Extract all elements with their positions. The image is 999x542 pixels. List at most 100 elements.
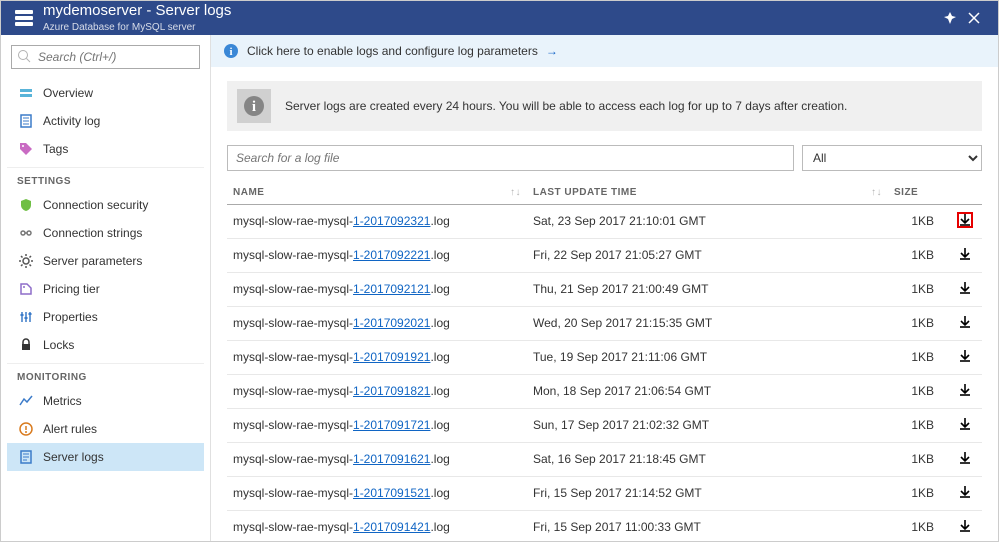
sidebar-item-properties[interactable]: Properties <box>7 303 204 331</box>
download-button[interactable] <box>957 484 973 500</box>
log-updated-cell: Mon, 18 Sep 2017 21:06:54 GMT <box>527 374 888 408</box>
sidebar-item-metrics[interactable]: Metrics <box>7 387 204 415</box>
download-button[interactable] <box>957 280 973 296</box>
sidebar-item-label: Connection strings <box>43 226 142 240</box>
download-button[interactable] <box>957 382 973 398</box>
log-link[interactable]: 1-2017091521 <box>353 486 430 500</box>
download-icon <box>957 382 973 398</box>
arrow-right-icon: → <box>546 44 558 58</box>
log-link[interactable]: 1-2017092121 <box>353 282 430 296</box>
sidebar-item-label: Tags <box>43 142 68 156</box>
log-name-cell: mysql-slow-rae-mysql-1-2017091821.log <box>227 374 527 408</box>
close-button[interactable] <box>962 12 986 24</box>
download-button[interactable] <box>957 348 973 364</box>
sidebar-search-input[interactable] <box>11 45 200 69</box>
sidebar-item-label: Properties <box>43 310 98 324</box>
info-banner: i Server logs are created every 24 hours… <box>227 81 982 131</box>
enable-logs-notice[interactable]: i Click here to enable logs and configur… <box>211 35 998 67</box>
log-name-cell: mysql-slow-rae-mysql-1-2017091421.log <box>227 510 527 541</box>
pin-button[interactable] <box>938 12 962 24</box>
download-icon <box>957 246 973 262</box>
col-size[interactable]: SIZE <box>888 181 948 205</box>
filter-row: All <box>227 145 982 171</box>
log-table: NAME↑↓ LAST UPDATE TIME↑↓ SIZE mysql-slo… <box>227 181 982 541</box>
log-size-cell: 1KB <box>888 374 948 408</box>
log-search-input[interactable] <box>227 145 794 171</box>
log-filter-dropdown[interactable]: All <box>802 145 982 171</box>
alert-icon <box>17 420 35 438</box>
log-link[interactable]: 1-2017091421 <box>353 520 430 534</box>
log-link[interactable]: 1-2017091621 <box>353 452 430 466</box>
download-icon <box>957 484 973 500</box>
blade-header: mydemoserver - Server logs Azure Databas… <box>1 1 998 35</box>
overview-icon <box>17 84 35 102</box>
sidebar-item-label: Metrics <box>43 394 82 408</box>
sidebar-item-server-parameters[interactable]: Server parameters <box>7 247 204 275</box>
activitylog-icon <box>17 112 35 130</box>
sidebar-item-overview[interactable]: Overview <box>7 79 204 107</box>
col-last-update[interactable]: LAST UPDATE TIME↑↓ <box>527 181 888 205</box>
notice-text: Click here to enable logs and configure … <box>247 44 538 58</box>
log-link[interactable]: 1-2017092321 <box>353 214 430 228</box>
pricing-icon <box>17 280 35 298</box>
table-row: mysql-slow-rae-mysql-1-2017091921.logTue… <box>227 340 982 374</box>
log-updated-cell: Sat, 16 Sep 2017 21:18:45 GMT <box>527 442 888 476</box>
log-link[interactable]: 1-2017091721 <box>353 418 430 432</box>
sidebar-search[interactable] <box>11 45 200 69</box>
table-row: mysql-slow-rae-mysql-1-2017092121.logThu… <box>227 272 982 306</box>
log-link[interactable]: 1-2017091921 <box>353 350 430 364</box>
svg-text:i: i <box>252 99 256 115</box>
sidebar: Overview Activity log Tags SETTINGS Connect… <box>1 35 211 541</box>
log-updated-cell: Thu, 21 Sep 2017 21:00:49 GMT <box>527 272 888 306</box>
sidebar-item-server-logs[interactable]: Server logs <box>7 443 204 471</box>
log-updated-cell: Sun, 17 Sep 2017 21:02:32 GMT <box>527 408 888 442</box>
sort-icon: ↑↓ <box>510 187 521 198</box>
nav-group-title: SETTINGS <box>7 167 204 191</box>
download-icon <box>957 450 973 466</box>
log-link[interactable]: 1-2017091821 <box>353 384 430 398</box>
download-button[interactable] <box>957 416 973 432</box>
table-row: mysql-slow-rae-mysql-1-2017091821.logMon… <box>227 374 982 408</box>
sidebar-item-activity-log[interactable]: Activity log <box>7 107 204 135</box>
log-name-cell: mysql-slow-rae-mysql-1-2017092021.log <box>227 306 527 340</box>
sidebar-item-label: Activity log <box>43 114 100 128</box>
logs-icon <box>17 448 35 466</box>
log-size-cell: 1KB <box>888 272 948 306</box>
log-updated-cell: Wed, 20 Sep 2017 21:15:35 GMT <box>527 306 888 340</box>
blade-subtitle: Azure Database for MySQL server <box>43 22 231 33</box>
log-size-cell: 1KB <box>888 340 948 374</box>
sort-icon: ↑↓ <box>871 187 882 198</box>
download-icon <box>957 314 973 330</box>
download-button[interactable] <box>957 314 973 330</box>
tags-icon <box>17 140 35 158</box>
sidebar-item-label: Server parameters <box>43 254 142 268</box>
table-row: mysql-slow-rae-mysql-1-2017091621.logSat… <box>227 442 982 476</box>
sidebar-item-label: Connection security <box>43 198 148 212</box>
log-name-cell: mysql-slow-rae-mysql-1-2017091621.log <box>227 442 527 476</box>
shield-icon <box>17 196 35 214</box>
download-button[interactable] <box>957 518 973 534</box>
log-size-cell: 1KB <box>888 238 948 272</box>
table-row: mysql-slow-rae-mysql-1-2017092221.logFri… <box>227 238 982 272</box>
table-row: mysql-slow-rae-mysql-1-2017092021.logWed… <box>227 306 982 340</box>
sidebar-item-locks[interactable]: Locks <box>7 331 204 359</box>
log-link[interactable]: 1-2017092221 <box>353 248 430 262</box>
sidebar-item-connection-strings[interactable]: Connection strings <box>7 219 204 247</box>
download-button[interactable] <box>957 450 973 466</box>
sidebar-item-connection-security[interactable]: Connection security <box>7 191 204 219</box>
download-button[interactable] <box>957 246 973 262</box>
sidebar-item-pricing-tier[interactable]: Pricing tier <box>7 275 204 303</box>
log-name-cell: mysql-slow-rae-mysql-1-2017091721.log <box>227 408 527 442</box>
gear-icon <box>17 252 35 270</box>
sidebar-item-label: Alert rules <box>43 422 97 436</box>
log-size-cell: 1KB <box>888 510 948 541</box>
sidebar-item-label: Locks <box>43 338 74 352</box>
col-name[interactable]: NAME↑↓ <box>227 181 527 205</box>
info-banner-text: Server logs are created every 24 hours. … <box>285 99 847 113</box>
info-icon: i <box>223 43 239 59</box>
log-link[interactable]: 1-2017092021 <box>353 316 430 330</box>
search-icon <box>17 49 31 63</box>
sidebar-item-alert-rules[interactable]: Alert rules <box>7 415 204 443</box>
download-button[interactable] <box>957 212 973 228</box>
sidebar-item-tags[interactable]: Tags <box>7 135 204 163</box>
